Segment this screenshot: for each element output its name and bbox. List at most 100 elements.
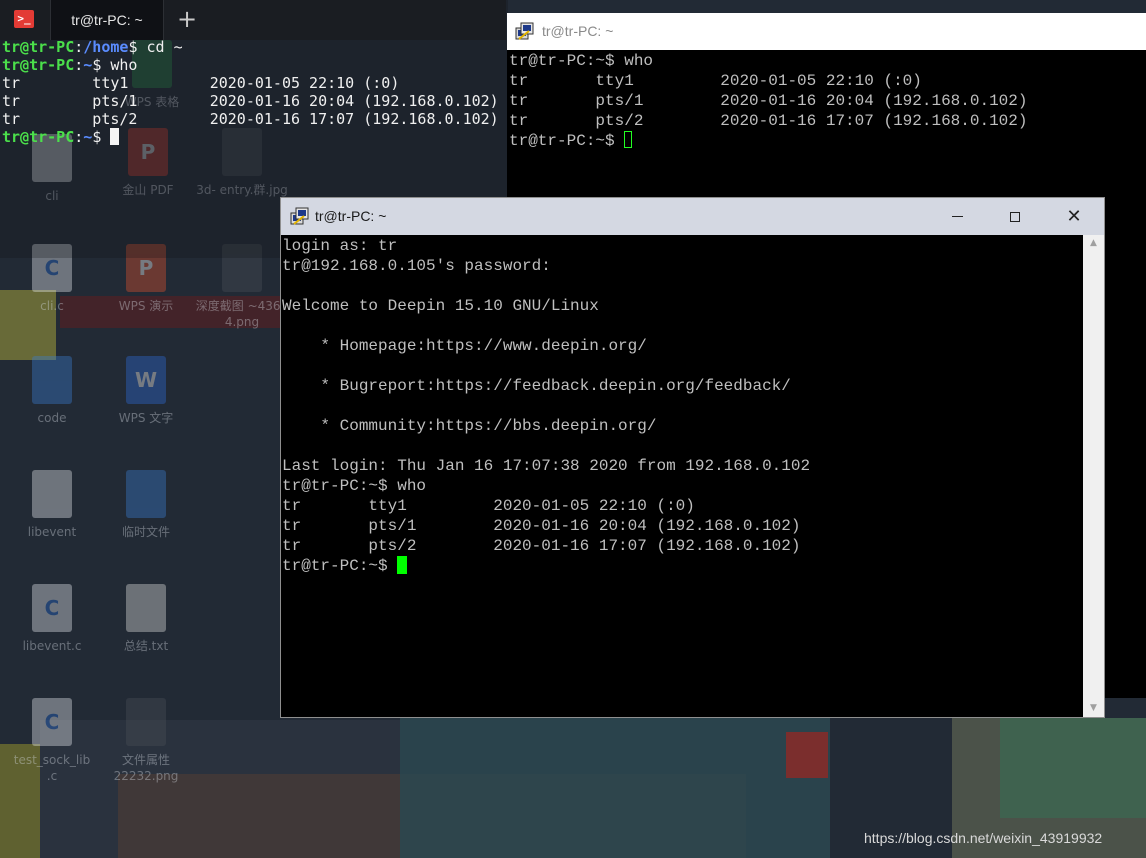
- terminal-text: $: [92, 128, 111, 146]
- putty-icon: [290, 207, 309, 225]
- close-button[interactable]: ✕: [1045, 198, 1103, 235]
- desktop-icon-label: 文件属性 22232.png: [113, 753, 179, 783]
- folder-icon: [126, 470, 166, 518]
- terminal-text: tr@tr-PC:~$: [509, 132, 625, 150]
- desktop-icon-label: 深度截图 ~43604.png: [195, 299, 289, 329]
- terminal-text: Last login: Thu Jan 16 17:07:38 2020 fro…: [282, 457, 811, 475]
- terminal-line: tr@tr-PC:~$: [509, 131, 1027, 151]
- terminal-text: * Community:https://bbs.deepin.org/: [282, 417, 657, 435]
- minimize-button[interactable]: [928, 198, 986, 235]
- terminal-line: tr pts/2 2020-01-16 17:07 (192.168.0.102…: [2, 110, 502, 128]
- image-icon: [126, 698, 166, 746]
- desktop-icon-label: 临时文件: [121, 525, 170, 539]
- vertical-scrollbar[interactable]: ▲ ▼: [1083, 235, 1104, 717]
- terminal-text: tr pts/1 2020-01-16 20:04 (192.168.0.102…: [509, 92, 1028, 110]
- scroll-up-arrow-icon[interactable]: ▲: [1083, 235, 1104, 252]
- terminal-text: * Bugreport:https://feedback.deepin.org/…: [282, 377, 791, 395]
- putty-titlebar[interactable]: tr@tr-PC: ~: [507, 13, 1146, 50]
- terminal-text: :: [74, 128, 84, 146]
- terminal-text: $ cd ~: [128, 38, 183, 56]
- desktop-icon-file-properties-png[interactable]: 文件属性 22232.png: [98, 698, 194, 784]
- terminal-text: tr@192.168.0.105's password:: [282, 257, 551, 275]
- terminal-line: tr pts/2 2020-01-16 17:07 (192.168.0.102…: [509, 111, 1027, 131]
- desktop-icon-wps-writer[interactable]: W WPS 文字: [98, 356, 194, 426]
- terminal-output[interactable]: tr@tr-PC:~$ who tr tty1 2020-01-05 22:10 …: [509, 51, 1027, 151]
- terminal-line: tr@tr-PC:~$ who: [2, 56, 502, 74]
- text-file-icon: [126, 584, 166, 632]
- desktop-icon-label: test_sock_lib .c: [13, 753, 91, 783]
- terminal-text: :: [74, 56, 84, 74]
- terminal-line: tr@tr-PC:~$: [2, 128, 502, 146]
- desktop-icon-temp-folder[interactable]: 临时文件: [98, 470, 194, 540]
- close-icon: ✕: [1066, 205, 1082, 227]
- terminal-line: tr@tr-PC:~$ who: [282, 476, 810, 496]
- terminal-text: * Homepage:https://www.deepin.org/: [282, 337, 647, 355]
- wallpaper-block: [1000, 718, 1146, 818]
- terminal-line: tr@tr-PC:~$ who: [509, 51, 1027, 71]
- maximize-button[interactable]: [986, 198, 1044, 235]
- file-icon: [32, 470, 72, 518]
- terminal-line: tr@tr-PC:/home$ cd ~: [2, 38, 502, 56]
- maximize-icon: [1010, 211, 1020, 222]
- desktop-icon-label: 总结.txt: [123, 639, 169, 653]
- terminal-text: Welcome to Deepin 15.10 GNU/Linux: [282, 297, 599, 315]
- desktop-icon-label: libevent.c: [22, 639, 82, 653]
- minimize-icon: [951, 216, 963, 217]
- terminal-line: tr@192.168.0.105's password:: [282, 256, 810, 276]
- terminal-text: tr@tr-PC:~$ who: [282, 477, 427, 495]
- terminal-text: tr pts/1 2020-01-16 20:04 (192.168.0.102…: [282, 517, 801, 535]
- window-title: tr@tr-PC: ~: [315, 208, 387, 224]
- text-cursor: [397, 556, 408, 574]
- putty-window-active[interactable]: tr@tr-PC: ~ ✕ login as: tr tr@192.168.0.1…: [280, 197, 1105, 718]
- terminal-text: tr tty1 2020-01-05 22:10 (:0): [509, 72, 922, 90]
- terminal-text: tr pts/2 2020-01-16 17:07 (192.168.0.102…: [2, 110, 499, 128]
- desktop-icon-label: libevent: [27, 525, 77, 539]
- desktop-icon-libevent-c[interactable]: C libevent.c: [4, 584, 100, 654]
- terminal-text: tr tty1 2020-01-05 22:10 (:0): [282, 497, 695, 515]
- c-file-icon: C: [32, 584, 72, 632]
- window-title: tr@tr-PC: ~: [542, 23, 614, 39]
- terminal-line: * Bugreport:https://feedback.deepin.org/…: [282, 376, 810, 396]
- desktop-icon-label: WPS 演示: [118, 299, 174, 313]
- terminal-line: tr tty1 2020-01-05 22:10 (:0): [509, 71, 1027, 91]
- text-cursor: [110, 128, 120, 145]
- terminal-line: * Community:https://bbs.deepin.org/: [282, 416, 810, 436]
- text-cursor: [624, 131, 633, 148]
- terminal-output[interactable]: tr@tr-PC:/home$ cd ~ tr@tr-PC:~$ who tr tt…: [2, 38, 502, 146]
- terminal-text: $ who: [92, 56, 138, 74]
- desktop-icon-summary-txt[interactable]: 总结.txt: [98, 584, 194, 654]
- terminal-line: * Homepage:https://www.deepin.org/: [282, 336, 810, 356]
- scroll-down-arrow-icon[interactable]: ▼: [1083, 700, 1104, 717]
- putty-titlebar[interactable]: tr@tr-PC: ~ ✕: [281, 198, 1104, 235]
- desktop-icon-label: WPS 文字: [118, 411, 174, 425]
- terminal-text: :: [74, 38, 84, 56]
- add-tab-button[interactable]: +: [174, 6, 200, 32]
- watermark-text: https://blog.csdn.net/weixin_43919932: [864, 830, 1103, 846]
- terminal-line: tr pts/2 2020-01-16 17:07 (192.168.0.102…: [282, 536, 810, 556]
- terminal-text: tr pts/2 2020-01-16 17:07 (192.168.0.102…: [509, 112, 1028, 130]
- prompt-user: tr@tr-PC: [2, 56, 75, 74]
- terminal-app-icon[interactable]: >_: [14, 10, 34, 28]
- putty-icon: [515, 22, 534, 40]
- terminal-line: tr tty1 2020-01-05 22:10 (:0): [282, 496, 810, 516]
- wallpaper-block: [400, 718, 830, 858]
- prompt-path: /home: [83, 38, 129, 56]
- terminal-line: tr@tr-PC:~$: [282, 556, 810, 576]
- terminal-line: tr tty1 2020-01-05 22:10 (:0): [2, 74, 502, 92]
- terminal-tab-active[interactable]: tr@tr-PC: ~: [50, 0, 164, 40]
- terminal-line: Welcome to Deepin 15.10 GNU/Linux: [282, 296, 810, 316]
- terminal-line: tr pts/1 2020-01-16 20:04 (192.168.0.102…: [282, 516, 810, 536]
- terminal-text: login as: tr: [282, 237, 398, 255]
- desktop-icon-test-sock-lib-c[interactable]: C test_sock_lib .c: [4, 698, 100, 784]
- desktop-icon-libevent[interactable]: libevent: [4, 470, 100, 540]
- c-file-icon: C: [32, 698, 72, 746]
- terminal-line: Last login: Thu Jan 16 17:07:38 2020 fro…: [282, 456, 810, 476]
- terminal-text: tr tty1 2020-01-05 22:10 (:0): [2, 74, 400, 92]
- writer-icon: W: [126, 356, 166, 404]
- terminal-output[interactable]: login as: tr tr@192.168.0.105's password:…: [282, 236, 810, 576]
- prompt-user: tr@tr-PC: [2, 38, 75, 56]
- desktop-icon-code-folder[interactable]: code: [4, 356, 100, 426]
